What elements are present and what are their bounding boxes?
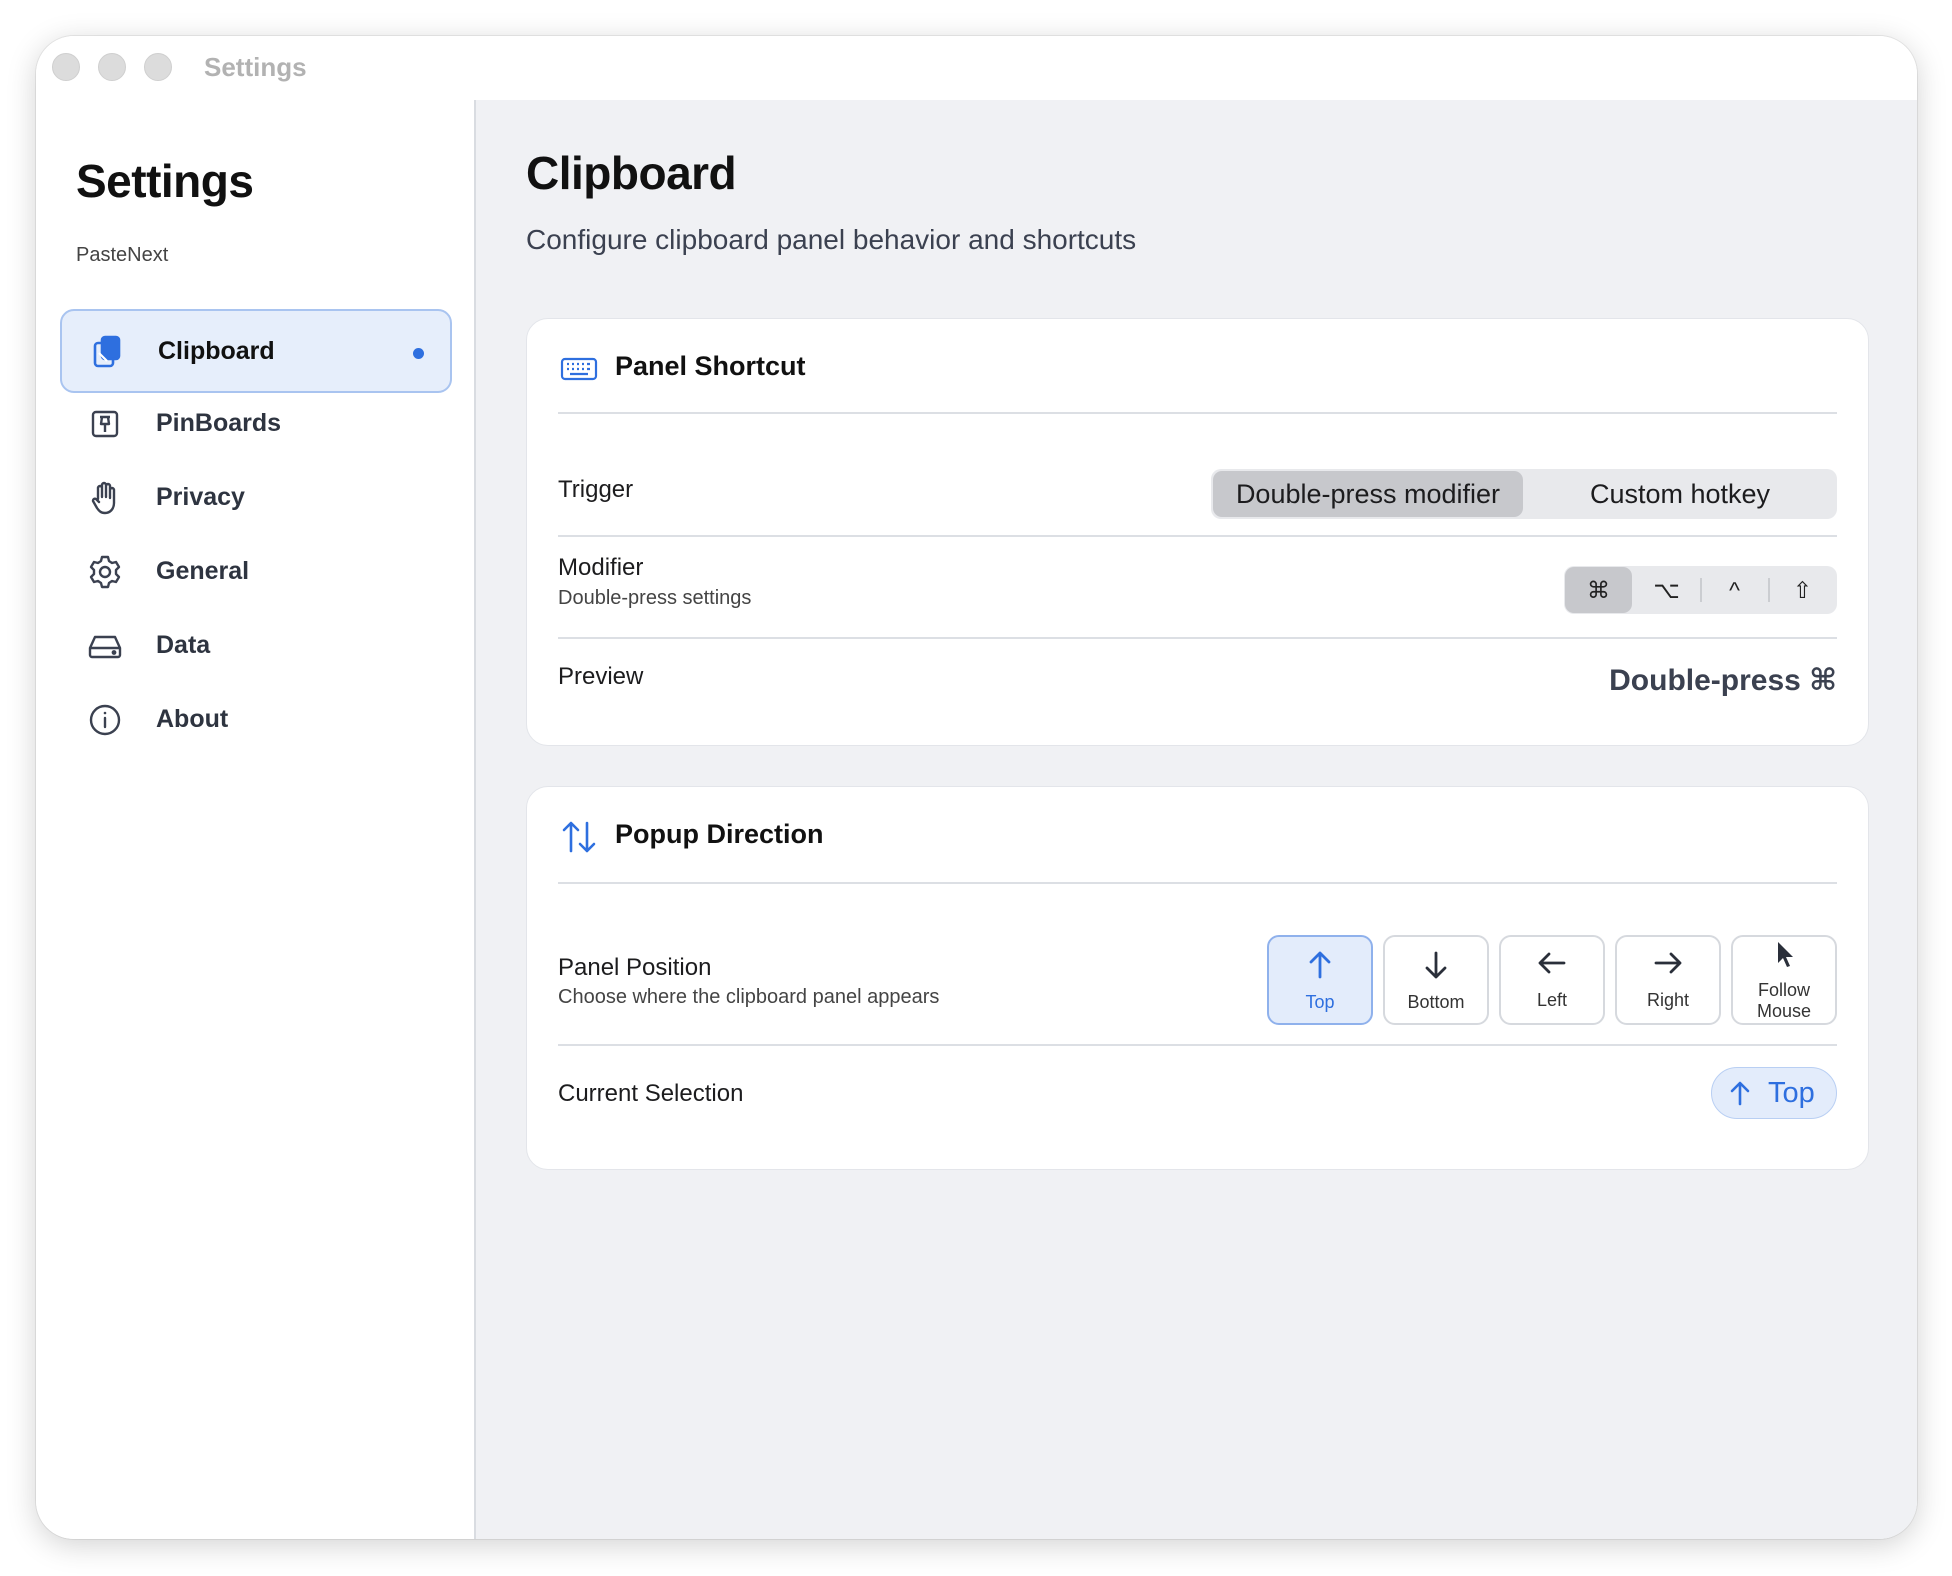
current-selection-value: Top bbox=[1768, 1077, 1815, 1109]
minimize-window-button[interactable] bbox=[98, 53, 126, 81]
preview-label: Preview bbox=[558, 663, 644, 690]
modifier-key-selector: ⌘ ⌥ ^ ⇧ bbox=[1564, 566, 1837, 614]
current-selection-label: Current Selection bbox=[558, 1080, 744, 1107]
modifier-option-button[interactable]: ⌥ bbox=[1633, 567, 1700, 613]
active-indicator-dot bbox=[413, 348, 424, 359]
modifier-shift-button[interactable]: ⇧ bbox=[1769, 567, 1836, 613]
position-label: Right bbox=[1646, 990, 1690, 1010]
divider bbox=[558, 637, 1837, 639]
gear-icon bbox=[89, 555, 121, 589]
trigger-option-double-press[interactable]: Double-press modifier bbox=[1213, 471, 1523, 517]
sidebar-item-label: General bbox=[156, 557, 250, 585]
position-label: Bottom bbox=[1407, 992, 1465, 1012]
settings-window: Settings Settings PasteNext Clipboard Pi… bbox=[36, 36, 1917, 1539]
position-bottom-button[interactable]: Bottom bbox=[1383, 935, 1489, 1025]
page-subtitle: Configure clipboard panel behavior and s… bbox=[526, 224, 1137, 255]
sidebar-title: Settings bbox=[76, 155, 254, 207]
app-name: PasteNext bbox=[76, 244, 169, 266]
position-top-button[interactable]: Top bbox=[1267, 935, 1373, 1025]
sidebar-item-privacy[interactable]: Privacy bbox=[60, 457, 452, 541]
zoom-window-button[interactable] bbox=[144, 53, 172, 81]
pin-icon bbox=[91, 410, 119, 438]
trigger-segmented-control: Double-press modifier Custom hotkey bbox=[1211, 469, 1837, 519]
position-right-button[interactable]: Right bbox=[1615, 935, 1721, 1025]
panel-position-label: Panel Position bbox=[558, 954, 712, 981]
position-left-button[interactable]: Left bbox=[1499, 935, 1605, 1025]
arrow-left-icon bbox=[1538, 952, 1566, 974]
info-icon bbox=[89, 704, 121, 736]
sidebar-item-clipboard[interactable]: Clipboard bbox=[60, 309, 452, 393]
sidebar-item-about[interactable]: About bbox=[60, 679, 452, 763]
close-window-button[interactable] bbox=[52, 53, 80, 81]
position-label: Left bbox=[1536, 990, 1568, 1010]
sidebar-item-label: Data bbox=[156, 631, 211, 659]
position-label-line1: Follow bbox=[1757, 980, 1810, 1000]
popup-direction-card: Popup Direction Panel Position Choose wh… bbox=[526, 786, 1869, 1170]
card-title: Popup Direction bbox=[615, 819, 824, 849]
position-label: Top bbox=[1305, 992, 1335, 1012]
sidebar-item-data[interactable]: Data bbox=[60, 605, 452, 689]
up-down-arrows-icon bbox=[562, 821, 596, 853]
sidebar-item-label: Clipboard bbox=[158, 337, 275, 365]
divider bbox=[558, 535, 1837, 537]
trigger-label: Trigger bbox=[558, 476, 634, 503]
sidebar: Settings PasteNext Clipboard PinBoards P… bbox=[36, 100, 476, 1539]
modifier-label: Modifier bbox=[558, 554, 644, 581]
sidebar-item-pinboards[interactable]: PinBoards bbox=[60, 383, 452, 467]
arrow-up-icon bbox=[1309, 951, 1331, 979]
title-bar: Settings bbox=[36, 36, 1917, 100]
window-title: Settings bbox=[204, 52, 307, 82]
drive-icon bbox=[88, 635, 122, 659]
divider bbox=[558, 1044, 1837, 1046]
position-follow-mouse-button[interactable]: Follow Mouse bbox=[1731, 935, 1837, 1025]
panel-shortcut-card: Panel Shortcut Trigger Double-press modi… bbox=[526, 318, 1869, 746]
arrow-down-icon bbox=[1425, 951, 1447, 979]
position-label-line2: Mouse bbox=[1756, 1001, 1812, 1021]
panel-position-sublabel: Choose where the clipboard panel appears bbox=[558, 986, 940, 1008]
keyboard-icon bbox=[560, 357, 598, 381]
current-selection-badge[interactable]: Top bbox=[1711, 1067, 1837, 1119]
trigger-option-custom-hotkey[interactable]: Custom hotkey bbox=[1525, 471, 1835, 517]
divider bbox=[558, 412, 1837, 414]
arrow-up-icon bbox=[1730, 1081, 1750, 1106]
preview-value: Double-press ⌘ bbox=[1609, 664, 1837, 697]
sidebar-item-label: Privacy bbox=[156, 483, 245, 511]
clipboard-icon bbox=[93, 335, 121, 368]
hand-icon bbox=[91, 481, 116, 515]
modifier-sublabel: Double-press settings bbox=[558, 587, 752, 609]
sidebar-item-label: PinBoards bbox=[156, 409, 282, 437]
mouse-pointer-icon bbox=[1778, 942, 1793, 967]
divider bbox=[558, 882, 1837, 884]
main-content: Clipboard Configure clipboard panel beha… bbox=[476, 100, 1917, 1539]
card-title: Panel Shortcut bbox=[615, 351, 806, 381]
sidebar-item-general[interactable]: General bbox=[60, 531, 452, 615]
modifier-command-button[interactable]: ⌘ bbox=[1565, 567, 1632, 613]
page-title: Clipboard bbox=[526, 147, 737, 199]
arrow-right-icon bbox=[1654, 952, 1682, 974]
modifier-control-button[interactable]: ^ bbox=[1701, 567, 1768, 613]
sidebar-item-label: About bbox=[156, 705, 229, 733]
